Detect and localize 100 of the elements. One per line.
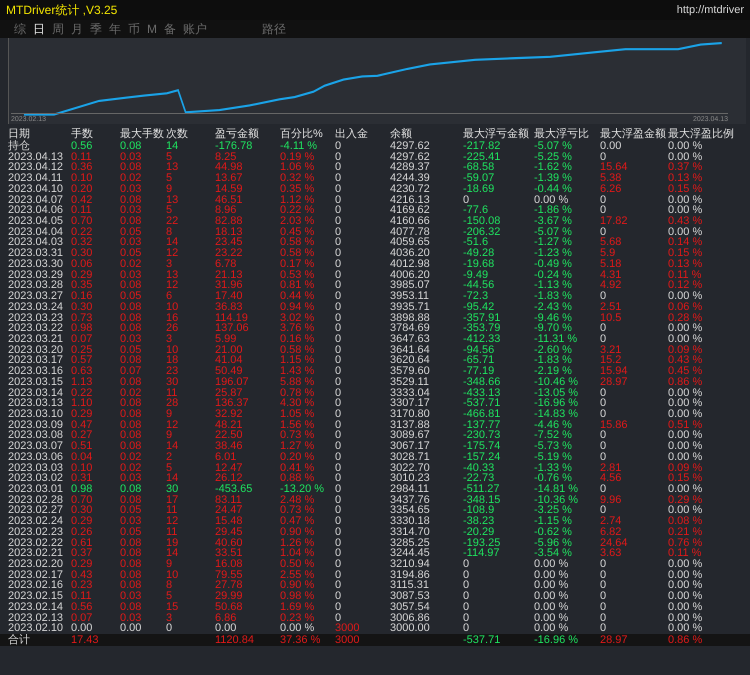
table-cell: 3 <box>166 334 172 345</box>
table-cell: 10.5 <box>600 312 622 324</box>
table-cell: 0.08 <box>120 194 142 206</box>
table-cell: 3000.00 <box>390 623 430 634</box>
table-cell: -1.62 % <box>534 162 572 174</box>
table-cell: -537.71 <box>463 634 500 646</box>
table-cell: 0.00 % <box>534 194 568 206</box>
date-cell: 2023.04.13 <box>8 152 64 162</box>
table-cell: 3333.04 <box>390 388 430 398</box>
table-cell: -72.3 <box>463 291 488 302</box>
period-tab[interactable]: 备 <box>162 20 178 38</box>
table-cell: 8 <box>166 226 172 238</box>
period-tab[interactable]: 币 <box>126 20 142 38</box>
table-cell: 2.51 <box>600 302 622 312</box>
table-cell: -108.9 <box>463 505 494 516</box>
table-cell: 28 <box>166 398 178 409</box>
table-cell: 9.96 <box>600 494 622 506</box>
table-cell: 0 <box>335 559 342 570</box>
table-cell: 17 <box>166 494 178 506</box>
date-cell: 2023.02.17 <box>8 570 64 580</box>
table-cell: 3137.88 <box>390 420 430 430</box>
table-cell: 29.45 <box>215 526 243 538</box>
table-cell: 0 <box>335 344 342 356</box>
column-header: 最大手数 <box>120 128 164 141</box>
period-tab[interactable]: 路径 <box>260 20 288 38</box>
table-cell: 0 <box>335 505 342 516</box>
table-cell: 1.12 % <box>280 194 314 206</box>
table-cell: 48.21 <box>215 420 243 430</box>
table-cell: 12 <box>166 280 178 292</box>
table-cell: 0.15 % <box>668 248 702 259</box>
table-cell: -22.73 <box>463 473 494 484</box>
table-cell: 0.02 <box>120 452 142 463</box>
table-cell: 0.00 % <box>668 612 702 624</box>
table-cell: 0 <box>335 226 342 238</box>
table-cell: 0 <box>600 570 606 580</box>
table-cell: 0.00 <box>215 623 236 634</box>
table-cell: 0.00 % <box>668 602 702 613</box>
period-tab[interactable]: 账户 <box>181 20 209 38</box>
table-cell: 0 <box>600 398 606 409</box>
table-cell: 22 <box>166 216 178 227</box>
table-cell: 1.10 <box>71 398 92 409</box>
table-cell: 4160.66 <box>390 216 430 227</box>
table-cell: 6.82 <box>600 526 622 538</box>
table-cell: -3.67 % <box>534 216 572 227</box>
table-cell: 4006.20 <box>390 270 430 280</box>
table-cell: 14 <box>166 473 178 484</box>
table-cell: 0.90 % <box>280 580 314 592</box>
table-cell: 2.03 % <box>280 216 314 227</box>
table-cell: 0.08 <box>120 162 142 174</box>
table-cell: 0.47 % <box>280 516 314 527</box>
table-cell: -137.77 <box>463 420 500 430</box>
table-cell: 0.44 % <box>280 291 314 302</box>
table-cell: -0.24 % <box>534 270 572 280</box>
table-cell: 40.60 <box>215 538 243 548</box>
table-cell: 1.06 % <box>280 162 314 174</box>
table-cell: 5 <box>166 173 172 184</box>
table-cell: 0.02 <box>120 173 142 184</box>
table-cell: 12 <box>166 248 178 259</box>
table-cell: 3 <box>166 612 172 624</box>
period-tab[interactable]: 月 <box>69 20 85 38</box>
table-cell: 0.29 <box>71 408 92 420</box>
date-cell: 2023.04.07 <box>8 194 64 206</box>
table-cell: 24.47 <box>215 505 243 516</box>
period-tab[interactable]: 综 <box>12 20 28 38</box>
table-cell: 0.73 % <box>280 430 314 442</box>
table-cell: 15.86 <box>600 420 628 430</box>
table-cell: 0.36 <box>71 162 92 174</box>
period-tab[interactable]: 季 <box>88 20 104 38</box>
column-header: 百分比% <box>280 128 323 141</box>
table-cell: 0.05 <box>120 248 142 259</box>
period-tab[interactable]: 日 <box>31 20 47 38</box>
table-cell: 0.00 <box>120 623 142 634</box>
table-cell: 0.00 % <box>668 205 702 216</box>
table-cell: 0.30 <box>71 302 92 312</box>
table-cell: 21.13 <box>215 270 243 280</box>
table-cell: 0.00 % <box>534 580 568 592</box>
table-cell: -193.25 <box>463 538 500 548</box>
table-cell: 0.29 <box>71 559 92 570</box>
table-cell: 0.08 <box>120 302 142 312</box>
table-cell: 0.09 % <box>668 462 702 474</box>
table-cell: 0 <box>600 623 606 634</box>
table-cell: 0.05 <box>120 526 142 538</box>
website-url[interactable]: http://mtdriver <box>676 4 744 16</box>
column-header: 最大浮盈比例 <box>668 128 734 141</box>
table-cell: 46.51 <box>215 194 243 206</box>
table-cell: 0.08 <box>120 312 142 324</box>
period-tab[interactable]: 周 <box>50 20 66 38</box>
table-cell: 0.03 <box>120 334 142 345</box>
table-cell: 0.22 <box>71 388 92 398</box>
table-cell: 25.87 <box>215 388 243 398</box>
column-header: 出入金 <box>335 128 368 141</box>
date-cell: 2023.03.28 <box>8 280 64 292</box>
table-cell: 0.32 <box>71 237 92 248</box>
table-cell: -0.62 % <box>534 526 572 538</box>
table-cell: 0.29 <box>71 270 92 280</box>
table-cell: 5.88 % <box>280 376 314 388</box>
table-cell: 0 <box>463 612 470 624</box>
period-tab[interactable]: M <box>145 22 159 36</box>
period-tab[interactable]: 年 <box>107 20 123 38</box>
column-header: 余额 <box>390 128 412 141</box>
